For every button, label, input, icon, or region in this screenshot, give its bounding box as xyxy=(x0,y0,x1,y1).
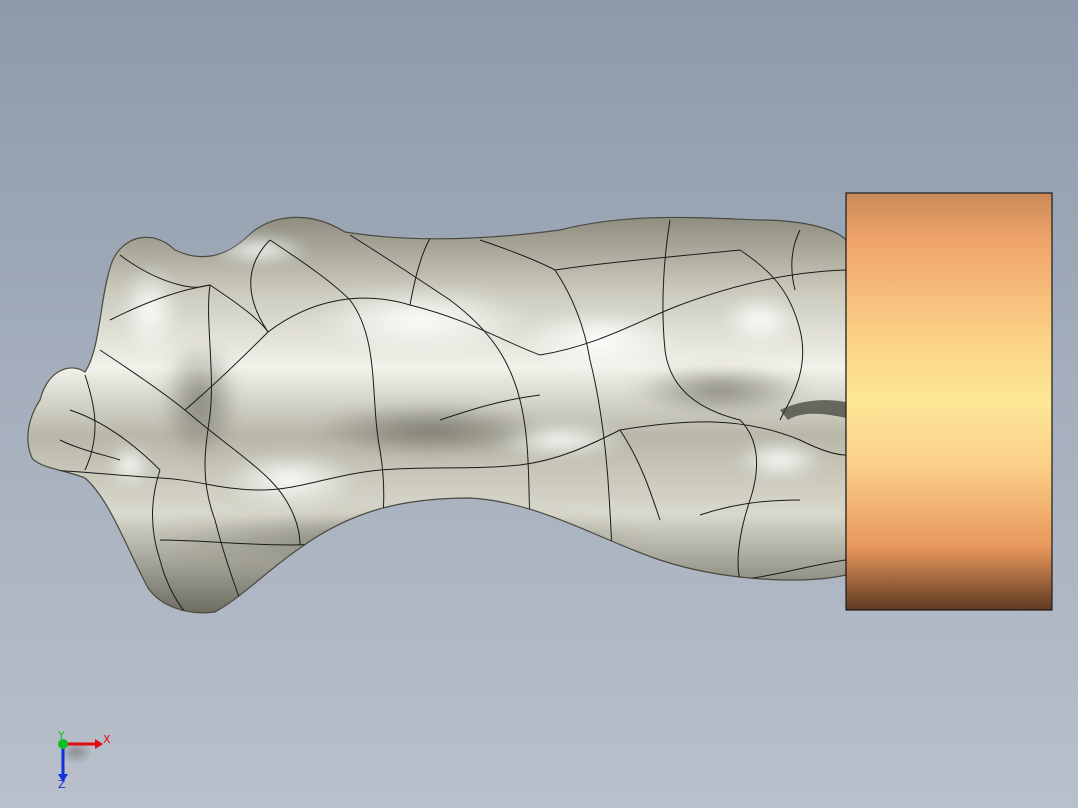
sculpted-body[interactable] xyxy=(27,216,847,614)
z-axis-label: Z xyxy=(58,778,66,791)
cylinder-base[interactable] xyxy=(845,192,1053,611)
coordinate-triad: X Y Z xyxy=(48,730,118,795)
x-axis-label: X xyxy=(103,733,111,746)
graphics-viewport[interactable]: X Y Z xyxy=(0,0,1078,808)
y-axis-label: Y xyxy=(58,729,65,742)
model-view[interactable] xyxy=(0,0,1078,808)
